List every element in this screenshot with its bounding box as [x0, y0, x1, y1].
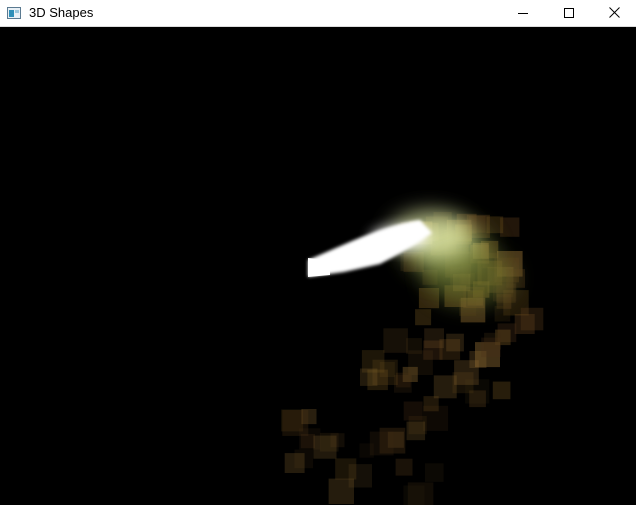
minimize-button[interactable] [500, 0, 546, 27]
particle-square [403, 485, 425, 505]
particle-square [406, 421, 426, 441]
close-button[interactable] [592, 0, 636, 27]
maximize-icon [564, 5, 574, 23]
particle-square [360, 368, 378, 386]
particle-square [424, 328, 444, 349]
maximize-button[interactable] [546, 0, 592, 27]
particle-square [383, 328, 408, 353]
particle-square [415, 309, 432, 326]
close-icon [608, 5, 620, 23]
particle-square [406, 338, 422, 354]
particle-square [446, 333, 464, 352]
app-window: 3D Shapes [0, 0, 636, 505]
window-app-icon [7, 6, 21, 20]
particle-square [469, 390, 486, 408]
window-title: 3D Shapes [29, 5, 94, 20]
particle-square [494, 305, 511, 322]
particle-square [395, 372, 411, 388]
particle-square [520, 307, 544, 331]
particle-square [425, 463, 444, 482]
particle-scene [281, 211, 544, 505]
particle-square [403, 401, 423, 421]
particle-square [335, 458, 357, 480]
title-bar[interactable]: 3D Shapes [0, 0, 636, 27]
particle-square [369, 431, 394, 456]
particle-square [300, 434, 315, 449]
particle-square [313, 435, 337, 459]
particle-square [284, 453, 305, 473]
particle-square [395, 458, 413, 476]
particle-square [492, 381, 511, 400]
particle-square [328, 478, 354, 504]
particle-square [423, 396, 439, 412]
particle-square [481, 337, 501, 358]
render-viewport[interactable] [0, 28, 636, 505]
minimize-icon [518, 5, 528, 23]
